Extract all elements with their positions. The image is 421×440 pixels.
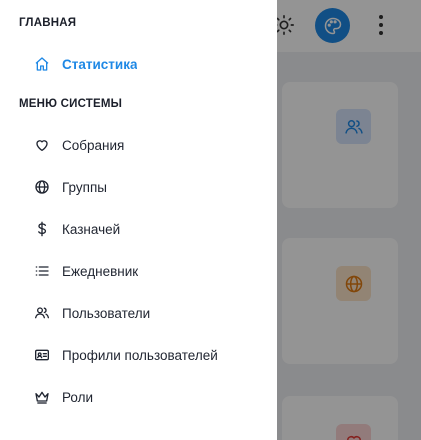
sidebar-item-label: Профили пользователей	[62, 347, 218, 363]
sidebar-item-user-profiles[interactable]: Профили пользователей	[22, 337, 272, 373]
dollar-icon	[33, 220, 51, 238]
list-icon	[33, 262, 51, 280]
sidebar-item-groups[interactable]: Группы	[22, 169, 272, 205]
sidebar-item-label: Пользователи	[62, 305, 151, 321]
sidebar-item-label: Роли	[62, 389, 94, 405]
home-icon	[33, 55, 51, 73]
sidebar-item-label: Группы	[62, 179, 107, 195]
users-icon	[33, 304, 51, 322]
sidebar-item-label: Статистика	[62, 56, 138, 72]
sidebar-item-label: Ежедневник	[62, 263, 139, 279]
heart-icon	[33, 136, 51, 154]
section-title-system: МЕНЮ СИСТЕМЫ	[19, 98, 123, 110]
sidebar-item-users[interactable]: Пользователи	[22, 295, 272, 331]
section-title-main: ГЛАВНАЯ	[19, 17, 77, 29]
crown-icon	[33, 388, 51, 406]
globe-icon	[33, 178, 51, 196]
sidebar-item-statistics[interactable]: Статистика	[22, 46, 272, 82]
sidebar-item-meetings[interactable]: Собрания	[22, 127, 272, 163]
sidebar-item-roles[interactable]: Роли	[22, 379, 272, 415]
navigation-drawer: ГЛАВНАЯ Статистика МЕНЮ СИСТЕМЫ Собрания…	[0, 0, 277, 440]
sidebar-item-label: Собрания	[62, 137, 125, 153]
sidebar-item-label: Казначей	[62, 221, 121, 237]
sidebar-item-treasurer[interactable]: Казначей	[22, 211, 272, 247]
id-card-icon	[33, 346, 51, 364]
sidebar-item-planner[interactable]: Ежедневник	[22, 253, 272, 289]
